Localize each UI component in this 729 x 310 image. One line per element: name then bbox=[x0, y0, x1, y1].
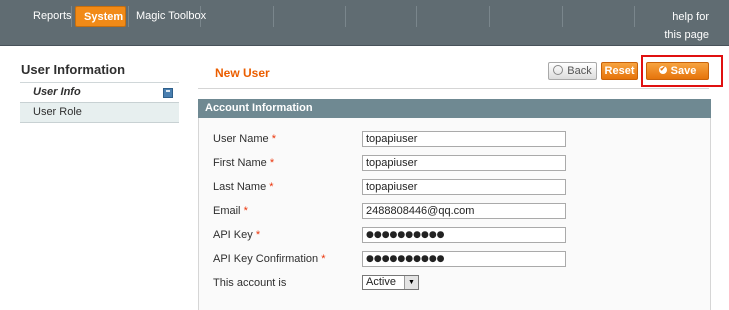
section-header: Account Information bbox=[198, 99, 711, 118]
sidebar-item-label: User Role bbox=[33, 106, 82, 118]
help-link[interactable]: help for bbox=[672, 8, 709, 26]
email-field[interactable]: 2488808446@qq.com bbox=[362, 203, 566, 219]
nav-divider bbox=[416, 6, 417, 27]
nav-system[interactable]: System bbox=[75, 6, 126, 27]
nav-divider bbox=[200, 6, 201, 27]
account-status-value: Active bbox=[366, 276, 396, 288]
back-icon bbox=[553, 65, 564, 76]
field-label-account-status: This account is bbox=[213, 277, 287, 289]
field-label-email: Email * bbox=[213, 205, 248, 217]
nav-divider bbox=[562, 6, 563, 27]
sidebar-title: User Information bbox=[20, 58, 179, 83]
nav-magic-toolbox[interactable]: Magic Toolbox bbox=[128, 6, 214, 27]
nav-divider bbox=[489, 6, 490, 27]
username-field[interactable]: topapiuser bbox=[362, 131, 566, 147]
header-divider bbox=[198, 88, 709, 89]
back-label: Back bbox=[567, 65, 592, 77]
back-button[interactable]: Back bbox=[548, 62, 597, 80]
highlight-annotation bbox=[641, 55, 723, 87]
api-key-field[interactable]: ●●●●●●●●●● bbox=[362, 227, 566, 243]
field-label-api-key-confirm: API Key Confirmation * bbox=[213, 253, 326, 265]
nav-divider bbox=[273, 6, 274, 27]
field-label-api-key: API Key * bbox=[213, 229, 261, 241]
firstname-field[interactable]: topapiuser bbox=[362, 155, 566, 171]
save-icon bbox=[163, 88, 173, 98]
account-status-select[interactable]: Active ▼ bbox=[362, 275, 419, 290]
field-label-lastname: Last Name * bbox=[213, 181, 274, 193]
api-key-confirmation-field[interactable]: ●●●●●●●●●● bbox=[362, 251, 566, 267]
sidebar-item-label: User Info bbox=[33, 86, 81, 98]
nav-divider bbox=[345, 6, 346, 27]
chevron-down-icon: ▼ bbox=[404, 276, 418, 289]
sidebar: User Information User Info User Role bbox=[20, 58, 179, 123]
field-label-firstname: First Name * bbox=[213, 157, 275, 169]
help-link-line2[interactable]: this page bbox=[664, 26, 709, 44]
lastname-field[interactable]: topapiuser bbox=[362, 179, 566, 195]
top-nav: Reports System Magic Toolbox help for th… bbox=[0, 0, 729, 46]
sidebar-item-user-info[interactable]: User Info bbox=[20, 83, 179, 103]
sidebar-item-user-role[interactable]: User Role bbox=[20, 103, 179, 123]
reset-button[interactable]: Reset bbox=[601, 62, 638, 80]
page-title: New User bbox=[215, 66, 270, 80]
nav-divider bbox=[71, 6, 72, 27]
field-label-username: User Name * bbox=[213, 133, 276, 145]
nav-divider bbox=[634, 6, 635, 27]
